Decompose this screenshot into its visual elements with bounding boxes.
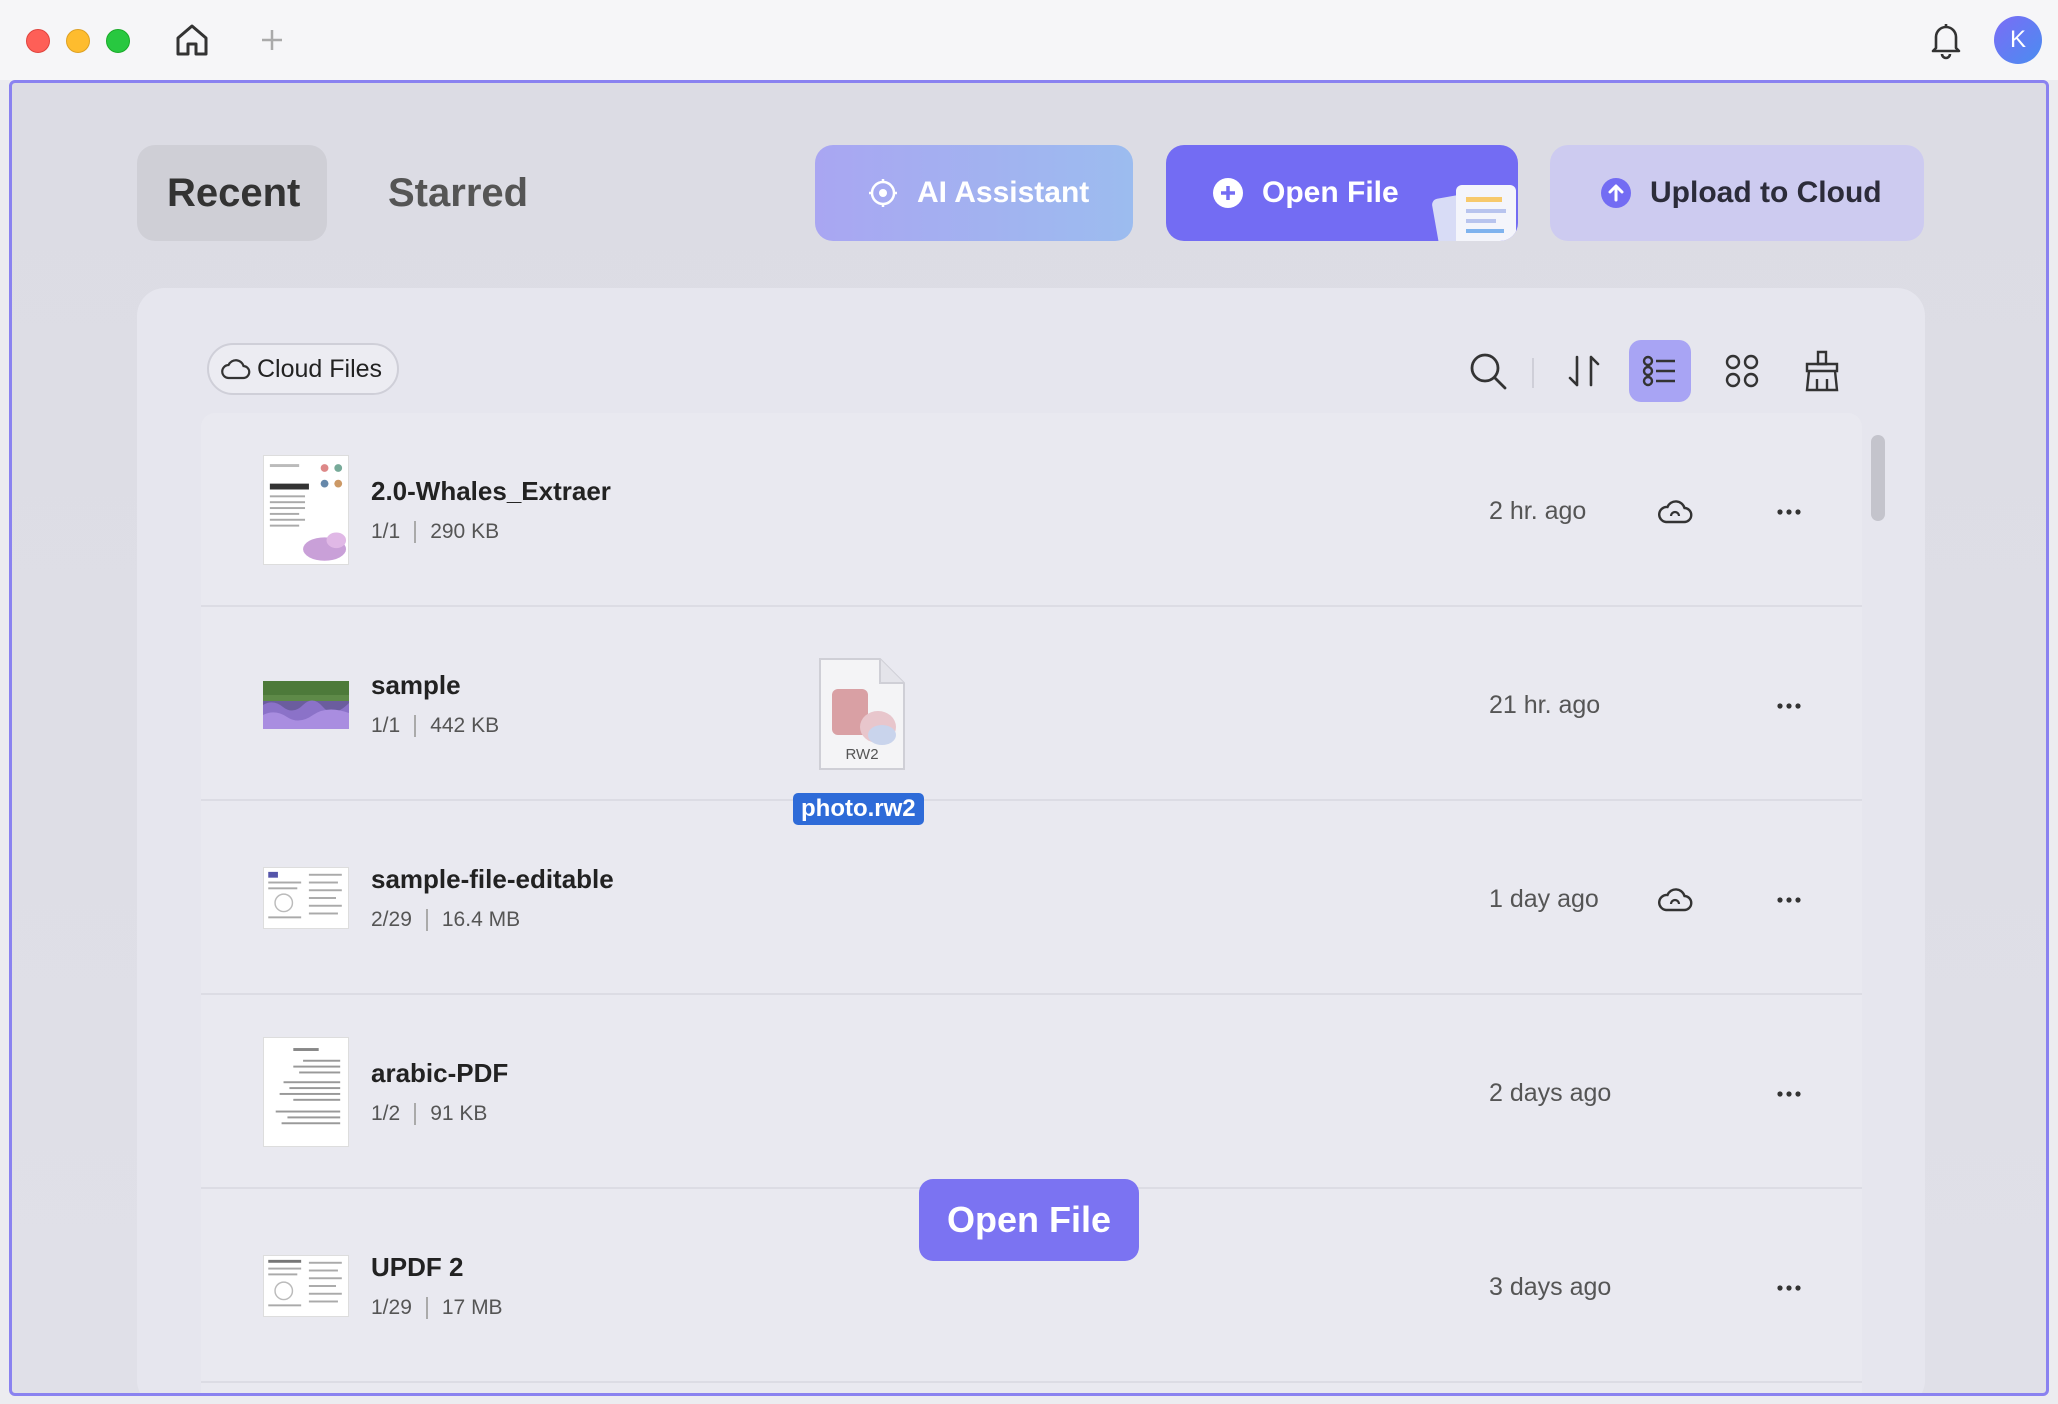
dragged-file-icon[interactable]: RW2 bbox=[816, 655, 908, 773]
ai-sparkle-icon bbox=[867, 177, 899, 209]
file-pages: 1/1 bbox=[371, 714, 401, 737]
more-options-icon[interactable] bbox=[1771, 882, 1807, 918]
file-meta: 2/29 16.4 MB bbox=[371, 908, 520, 932]
file-time: 21 hr. ago bbox=[1489, 691, 1601, 719]
file-row[interactable]: 2.0-Whales_Extraer 1/1 290 KB 2 hr. ago bbox=[201, 413, 1862, 607]
plus-circle-icon bbox=[1212, 177, 1244, 209]
open-file-label: Open File bbox=[1262, 176, 1399, 209]
file-time: 1 day ago bbox=[1489, 885, 1599, 913]
file-meta: 1/2 91 KB bbox=[371, 1102, 487, 1126]
minimize-window-button[interactable] bbox=[66, 29, 90, 53]
file-pages: 2/29 bbox=[371, 908, 412, 931]
file-name: 2.0-Whales_Extraer bbox=[371, 476, 611, 506]
list-scrollbar[interactable] bbox=[1871, 435, 1885, 521]
file-row[interactable]: sample 1/1 442 KB 21 hr. ago bbox=[201, 607, 1862, 801]
cloud-files-label: Cloud Files bbox=[257, 354, 383, 383]
toolbar-divider bbox=[1532, 358, 1534, 388]
file-thumbnail bbox=[263, 681, 349, 729]
new-tab-plus-icon[interactable] bbox=[256, 20, 288, 60]
clear-broom-icon[interactable] bbox=[1791, 340, 1853, 402]
grid-view-icon[interactable] bbox=[1711, 340, 1773, 402]
file-pages: 1/29 bbox=[371, 1296, 412, 1319]
cloud-synced-icon[interactable] bbox=[1657, 494, 1693, 530]
file-size: 17 MB bbox=[441, 1296, 503, 1319]
drop-open-file-hint[interactable]: Open File bbox=[919, 1179, 1139, 1261]
file-row[interactable]: arabic-PDF 1/2 91 KB 2 days ago bbox=[201, 995, 1862, 1189]
home-icon[interactable] bbox=[168, 18, 216, 62]
file-time: 2 hr. ago bbox=[1489, 497, 1587, 525]
cloud-synced-icon[interactable] bbox=[1657, 882, 1693, 918]
list-view-icon[interactable] bbox=[1629, 340, 1691, 402]
dragged-file-ext: RW2 bbox=[845, 746, 878, 763]
file-thumbnail bbox=[263, 1037, 349, 1147]
cloud-icon bbox=[221, 354, 251, 384]
file-row[interactable]: sample-file-editable 2/29 16.4 MB 1 day a… bbox=[201, 801, 1862, 995]
file-name: UPDF 2 bbox=[371, 1252, 464, 1282]
file-name: sample-file-editable bbox=[371, 864, 614, 894]
file-thumbnail bbox=[263, 867, 349, 929]
upload-arrow-icon bbox=[1600, 177, 1632, 209]
ai-assistant-button[interactable]: AI Assistant bbox=[815, 145, 1133, 241]
file-thumbnail bbox=[263, 455, 349, 565]
search-icon[interactable] bbox=[1457, 340, 1519, 402]
tab-starred[interactable]: Starred bbox=[358, 145, 558, 241]
close-window-button[interactable] bbox=[26, 29, 50, 53]
notification-bell-icon[interactable] bbox=[1924, 18, 1968, 62]
title-bar: K bbox=[0, 0, 2058, 80]
more-options-icon[interactable] bbox=[1771, 688, 1807, 724]
file-name: sample bbox=[371, 670, 461, 700]
tab-recent[interactable]: Recent bbox=[137, 145, 327, 241]
cloud-files-filter[interactable]: Cloud Files bbox=[207, 343, 399, 395]
file-time: 2 days ago bbox=[1489, 1079, 1612, 1107]
zoom-window-button[interactable] bbox=[106, 29, 130, 53]
file-size: 442 KB bbox=[430, 714, 500, 737]
file-meta: 1/1 442 KB bbox=[371, 714, 499, 738]
dragged-file-label: photo.rw2 bbox=[793, 793, 924, 825]
ai-assistant-label: AI Assistant bbox=[917, 176, 1090, 209]
more-options-icon[interactable] bbox=[1771, 1270, 1807, 1306]
upload-to-cloud-label: Upload to Cloud bbox=[1650, 176, 1882, 209]
file-size: 290 KB bbox=[430, 520, 500, 543]
file-meta: 1/29 17 MB bbox=[371, 1296, 503, 1320]
open-file-button[interactable]: Open File bbox=[1166, 145, 1518, 241]
file-time: 3 days ago bbox=[1489, 1273, 1612, 1301]
more-options-icon[interactable] bbox=[1771, 494, 1807, 530]
file-pages: 1/2 bbox=[371, 1102, 401, 1125]
file-pages: 1/1 bbox=[371, 520, 401, 543]
more-options-icon[interactable] bbox=[1771, 1076, 1807, 1112]
file-size: 91 KB bbox=[430, 1102, 488, 1125]
user-avatar[interactable]: K bbox=[1994, 16, 2042, 64]
sort-icon[interactable] bbox=[1553, 340, 1615, 402]
file-size: 16.4 MB bbox=[441, 908, 521, 931]
file-name: arabic-PDF bbox=[371, 1058, 509, 1088]
upload-to-cloud-button[interactable]: Upload to Cloud bbox=[1550, 145, 1924, 241]
documents-illustration-icon bbox=[1432, 185, 1516, 241]
file-meta: 1/1 290 KB bbox=[371, 520, 499, 544]
file-thumbnail bbox=[263, 1255, 349, 1317]
